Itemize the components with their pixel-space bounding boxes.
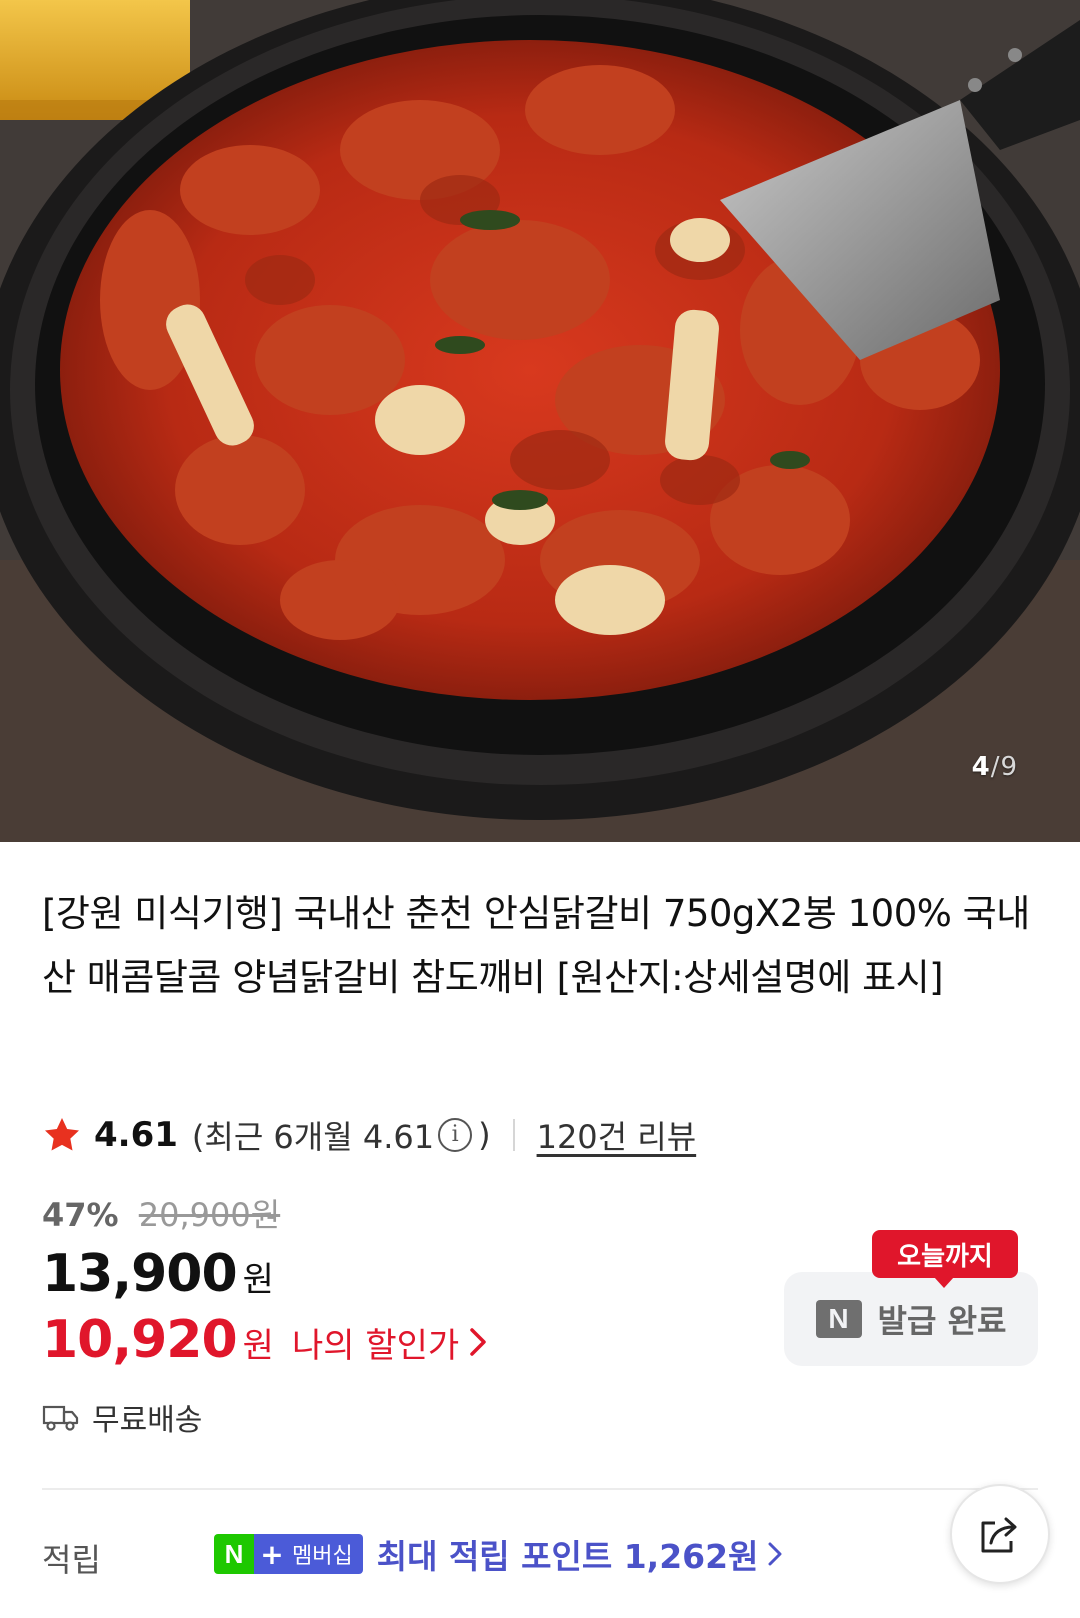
recent-rating-text: (최근 6개월 4.61 — [191, 1118, 435, 1156]
delivery-info: 무료배송 — [42, 1395, 202, 1439]
rating-score: 4.61 — [94, 1115, 178, 1155]
points-label: 적립 — [42, 1541, 101, 1579]
my-discount-label: 나의 할인가 — [291, 1326, 460, 1366]
naver-n-icon: N — [214, 1534, 254, 1574]
star-icon — [45, 1118, 79, 1151]
discount-rate: 47% — [42, 1196, 119, 1234]
product-title: [강원 미식기행] 국내산 춘천 안심닭갈비 750gX2봉 100% 국내산 … — [42, 892, 1030, 999]
points-link[interactable]: N + 멤버십 최대 적립 포인트 1,262원 — [214, 1530, 782, 1578]
product-photo — [0, 0, 1080, 842]
info-icon[interactable]: i — [438, 1118, 473, 1152]
rating-row: 4.61 (최근 6개월 4.61 i ) 120건 리뷰 — [42, 1110, 696, 1160]
share-icon — [981, 1517, 1017, 1553]
today-only-badge: 오늘까지 — [872, 1230, 1018, 1288]
membership-label: 멤버십 — [290, 1534, 363, 1574]
section-divider — [42, 1488, 1038, 1490]
naver-n-icon: N — [815, 1300, 862, 1338]
original-price: 20,900원 — [138, 1196, 281, 1234]
truck-icon — [42, 1405, 79, 1431]
naver-plus-membership-badge: N + 멤버십 — [214, 1534, 363, 1574]
share-button[interactable] — [950, 1484, 1050, 1584]
max-points-text: 최대 적립 포인트 1,262원 — [376, 1537, 759, 1576]
chevron-right-icon — [470, 1328, 486, 1356]
product-image-carousel[interactable]: 4/9 — [0, 0, 1080, 842]
sale-price: 13,900 — [42, 1244, 238, 1304]
recent-rating: (최근 6개월 4.61 i ) — [192, 1112, 491, 1158]
image-counter: 4/9 — [971, 752, 1018, 782]
discount-row: 47% 20,900원 — [42, 1190, 280, 1236]
coupon-status: 발급 완료 — [877, 1302, 1007, 1340]
review-count-link[interactable]: 120건 리뷰 — [537, 1112, 697, 1158]
coupon-issued-button[interactable]: N 발급 완료 — [784, 1272, 1038, 1366]
my-discount-price-link[interactable]: 10,920 원 나의 할인가 — [42, 1310, 487, 1370]
currency-label: 원 — [242, 1326, 274, 1366]
my-discount-price: 10,920 — [42, 1310, 238, 1370]
sale-price-row: 13,900 원 — [42, 1244, 274, 1304]
recent-rating-close: ) — [478, 1116, 491, 1154]
currency-label: 원 — [242, 1260, 274, 1300]
delivery-label: 무료배송 — [92, 1403, 203, 1438]
chevron-right-icon — [768, 1542, 782, 1566]
plus-icon: + — [254, 1534, 290, 1574]
divider — [512, 1119, 515, 1151]
